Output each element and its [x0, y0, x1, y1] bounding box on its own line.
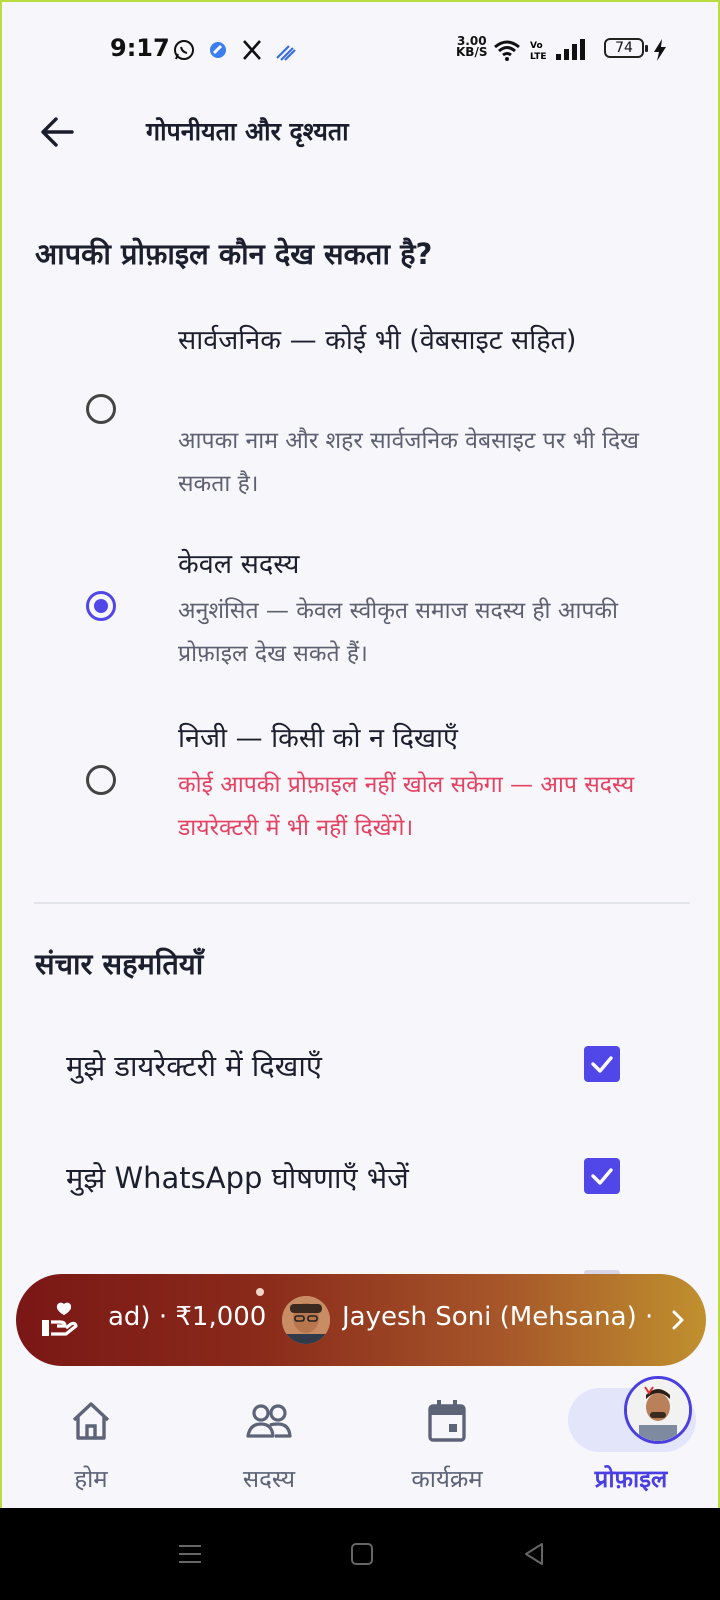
x-icon — [243, 40, 261, 60]
back-triangle-icon[interactable] — [520, 1540, 548, 1568]
status-bar: 9:17 3.00 KB/S Vo LTE 74 — [2, 2, 718, 94]
status-time: 9:17 — [110, 34, 170, 62]
home-icon — [72, 1402, 110, 1440]
whatsapp-checkbox[interactable] — [584, 1158, 620, 1194]
app-frame: 9:17 3.00 KB/S Vo LTE 74 गोपनीयता और दृश्… — [0, 0, 720, 1510]
menu-icon[interactable] — [176, 1540, 204, 1568]
nav-events[interactable]: कार्यक्रम — [362, 1376, 532, 1510]
pref-label: मुझे WhatsApp घोषणाएँ भेजें — [66, 1161, 409, 1195]
whatsapp-icon — [174, 40, 194, 60]
nav-label: सदस्य — [242, 1465, 296, 1493]
cell-signal-icon — [556, 39, 585, 60]
page-title: गोपनीयता और दृश्यता — [146, 117, 349, 146]
check-icon — [591, 1168, 613, 1185]
option-warning: कोई आपकी प्रोफ़ाइल नहीं खोल सकेगा — आप स… — [178, 772, 635, 841]
battery-indicator: 74 — [604, 38, 648, 58]
visibility-heading: आपकी प्रोफ़ाइल कौन देख सकता है? — [35, 237, 433, 271]
net-speed: 3.00 KB/S — [456, 35, 488, 59]
check-icon — [591, 1056, 613, 1073]
communication-heading: संचार सहमतियाँ — [35, 947, 204, 981]
directory-checkbox[interactable] — [584, 1046, 620, 1082]
ticker-dot — [256, 1288, 264, 1296]
pref-label: मुझे डायरेक्टरी में दिखाएँ — [66, 1049, 322, 1083]
net-speed-unit: KB/S — [456, 45, 488, 59]
home-square-icon[interactable] — [348, 1540, 376, 1568]
pref-whatsapp-announcements[interactable]: मुझे WhatsApp घोषणाएँ भेजें — [2, 1144, 718, 1214]
calendar-icon — [428, 1400, 466, 1442]
nav-home[interactable]: होम — [6, 1376, 176, 1510]
members-radio[interactable] — [86, 591, 116, 621]
active-indicator-pill — [568, 1376, 696, 1452]
system-navigation-bar — [0, 1508, 720, 1600]
app-header: गोपनीयता और दृश्यता — [2, 94, 718, 174]
nav-label: प्रोफ़ाइल — [594, 1465, 668, 1493]
private-radio[interactable] — [86, 765, 116, 795]
profile-avatar — [624, 1376, 692, 1444]
donor-avatar — [282, 1296, 330, 1344]
nav-profile[interactable]: प्रोफ़ाइल — [546, 1376, 716, 1510]
option-title: निजी — किसी को न दिखाएँ — [178, 723, 458, 754]
option-title: केवल सदस्य — [178, 549, 300, 580]
option-description: अनुशंसित — केवल स्वीकृत समाज सदस्य ही आप… — [178, 598, 619, 667]
svg-text:Vo: Vo — [530, 41, 543, 51]
donation-ticker-banner[interactable]: ad) · ₹1,000 Jayesh Soni (Mehsana) · ₹ — [16, 1274, 706, 1366]
section-divider — [34, 902, 690, 904]
charging-icon — [654, 39, 666, 61]
nav-label: होम — [74, 1465, 108, 1493]
svg-text:LTE: LTE — [530, 52, 547, 62]
nav-label: कार्यक्रम — [411, 1465, 483, 1493]
nav-members[interactable]: सदस्य — [184, 1376, 354, 1510]
option-description: आपका नाम और शहर सार्वजनिक वेबसाइट पर भी … — [178, 428, 639, 497]
back-arrow-icon[interactable] — [38, 112, 78, 152]
option-title: सार्वजनिक — कोई भी (वेबसाइट सहित) — [178, 325, 577, 356]
members-icon — [246, 1404, 292, 1438]
signal-app-icon — [276, 45, 296, 61]
public-radio[interactable] — [86, 394, 116, 424]
ticker-text-right: Jayesh Soni (Mehsana) · ₹ — [342, 1302, 652, 1332]
volte-icon: VoLTE — [530, 41, 547, 62]
wifi-icon — [494, 40, 520, 61]
bottom-navigation: होम सदस्य कार्यक्रम प्रोफ़ाइल — [2, 1376, 718, 1510]
ticker-text-left: ad) · ₹1,000 — [108, 1302, 267, 1332]
donate-hand-heart-icon — [42, 1302, 78, 1336]
chevron-right-icon[interactable] — [664, 1304, 692, 1336]
app-notification-icon — [210, 42, 226, 58]
pref-show-in-directory[interactable]: मुझे डायरेक्टरी में दिखाएँ — [2, 1032, 718, 1102]
